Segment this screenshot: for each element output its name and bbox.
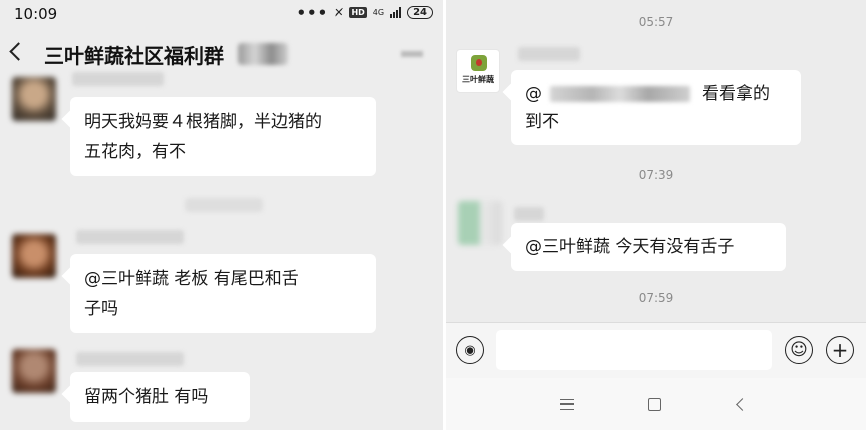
- signal-icon: [390, 7, 402, 18]
- voice-icon[interactable]: ◉: [456, 336, 484, 364]
- redacted-member-count: [238, 43, 288, 65]
- message-text-line: 明天我妈要４根猪脚，半边猪的: [84, 112, 322, 132]
- right-chat-screen: 05:57 三叶鲜蔬 @ 看看拿的 到不 07:39 @三叶鲜蔬 今天有没有舌子 …: [446, 0, 866, 430]
- left-chat-screen: 10:09 ••• ✕̸ HD 4G 24 三叶鲜蔬社区福利群 明天我妈要４根猪…: [0, 0, 443, 430]
- message-text-line: 五花肉，有不: [84, 142, 186, 162]
- chat-input-bar: ◉ ☺ +: [446, 322, 866, 378]
- sender-name-redacted: [76, 230, 184, 244]
- avatar[interactable]: [12, 234, 56, 278]
- group-avatar-logo[interactable]: 三叶鲜蔬: [456, 49, 500, 93]
- back-arrow-icon[interactable]: [9, 42, 28, 61]
- message-text-line: 留两个猪肚 有吗: [84, 387, 209, 407]
- avatar[interactable]: [12, 349, 56, 393]
- sender-name-redacted: [518, 47, 580, 61]
- status-icons: ••• ✕̸ HD 4G 24: [296, 3, 433, 22]
- nav-back-icon[interactable]: [736, 398, 749, 411]
- battery-indicator: 24: [407, 6, 433, 19]
- message-bubble[interactable]: 明天我妈要４根猪脚，半边猪的 五花肉，有不: [70, 97, 376, 176]
- avatar[interactable]: [12, 77, 56, 121]
- network-label: 4G: [372, 8, 385, 17]
- timestamp: 07:59: [638, 291, 674, 305]
- vegetable-logo-icon: [471, 55, 487, 71]
- plus-icon[interactable]: +: [826, 336, 854, 364]
- system-notice-redacted: [185, 198, 263, 212]
- message-text-line: 子吗: [84, 299, 118, 319]
- sender-name-redacted: [76, 352, 184, 366]
- timestamp: 07:39: [638, 168, 674, 182]
- hd-icon: HD: [349, 7, 367, 18]
- status-time: 10:09: [14, 5, 58, 23]
- message-bubble[interactable]: @三叶鲜蔬 老板 有尾巴和舌 子吗: [70, 254, 376, 333]
- system-nav-bar: [446, 378, 866, 430]
- message-input[interactable]: [496, 330, 772, 370]
- sender-name-redacted: [72, 72, 164, 86]
- chat-title: 三叶鲜蔬社区福利群: [44, 44, 224, 68]
- message-bubble[interactable]: @三叶鲜蔬 今天有没有舌子: [511, 223, 786, 271]
- more-dots-icon: •••: [296, 3, 329, 22]
- menu-icon[interactable]: [560, 399, 574, 410]
- mention-prefix: @: [525, 84, 542, 104]
- emoji-icon[interactable]: ☺: [785, 336, 813, 364]
- mute-icon: ✕̸: [334, 6, 344, 19]
- message-text-line: @ 看看拿的: [525, 80, 787, 108]
- home-icon[interactable]: [648, 398, 661, 411]
- more-options-icon[interactable]: [401, 51, 423, 57]
- timestamp: 05:57: [638, 15, 674, 29]
- logo-text: 三叶鲜蔬: [462, 75, 494, 84]
- message-bubble[interactable]: 留两个猪肚 有吗: [70, 372, 250, 422]
- message-bubble[interactable]: @ 看看拿的 到不: [511, 70, 801, 145]
- mention-name-redacted: [550, 86, 690, 102]
- message-text-line: 到不: [525, 112, 559, 132]
- avatar[interactable]: [458, 201, 502, 245]
- sender-name-redacted: [514, 207, 544, 221]
- message-text-line: @三叶鲜蔬 老板 有尾巴和舌: [84, 269, 299, 289]
- message-text: 看看拿的: [702, 84, 770, 104]
- message-text-line: @三叶鲜蔬 今天有没有舌子: [525, 237, 735, 257]
